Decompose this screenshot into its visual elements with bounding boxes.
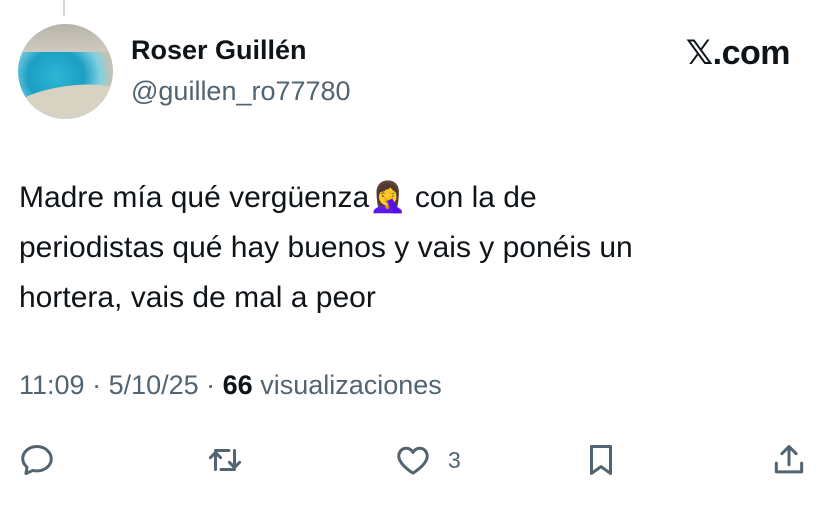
tweet-text-line2: periodistas qué hay buenos y vais y poné… (19, 231, 633, 264)
tweet-text-line1-a: Madre mía qué vergüenza (19, 181, 370, 214)
like-button[interactable]: 3 (394, 437, 461, 483)
thread-connector-line (63, 0, 65, 16)
tweet-date[interactable]: 5/10/25 (109, 370, 199, 400)
avatar[interactable] (18, 24, 113, 119)
share-button[interactable] (770, 437, 808, 483)
tweet-meta: 11:09 · 5/10/25 · 66 visualizaciones (19, 370, 442, 401)
like-count: 3 (448, 446, 461, 473)
action-bar: 3 (0, 437, 828, 483)
avatar-rocks (18, 24, 113, 52)
retweet-button[interactable] (206, 437, 244, 483)
meta-separator: · (198, 370, 223, 400)
meta-separator: · (84, 370, 109, 400)
tweet-text-line3: hortera, vais de mal a peor (19, 281, 376, 314)
views-label: visualizaciones (252, 370, 442, 400)
retweet-icon (208, 448, 242, 472)
avatar-shore (18, 77, 113, 119)
author-name[interactable]: Roser Guillén (131, 35, 307, 66)
author-handle[interactable]: @guillen_ro77780 (131, 76, 351, 107)
facepalm-emoji-icon: 🤦‍♀️ (369, 180, 407, 215)
bookmark-button[interactable] (582, 437, 620, 483)
tweet-text: Madre mía qué vergüenza🤦‍♀️ con la de pe… (19, 173, 809, 323)
views-count: 66 (222, 370, 253, 400)
reply-button[interactable] (18, 437, 56, 483)
share-icon (774, 445, 804, 474)
heart-icon (397, 446, 429, 475)
x-brand-logo: 𝕏.com (685, 33, 791, 73)
speech-bubble-icon (21, 445, 53, 475)
bookmark-icon (589, 445, 613, 475)
tweet-time[interactable]: 11:09 (19, 370, 85, 400)
brand-text: 𝕏.com (685, 34, 791, 72)
tweet-text-line1-b: con la de (406, 181, 537, 214)
